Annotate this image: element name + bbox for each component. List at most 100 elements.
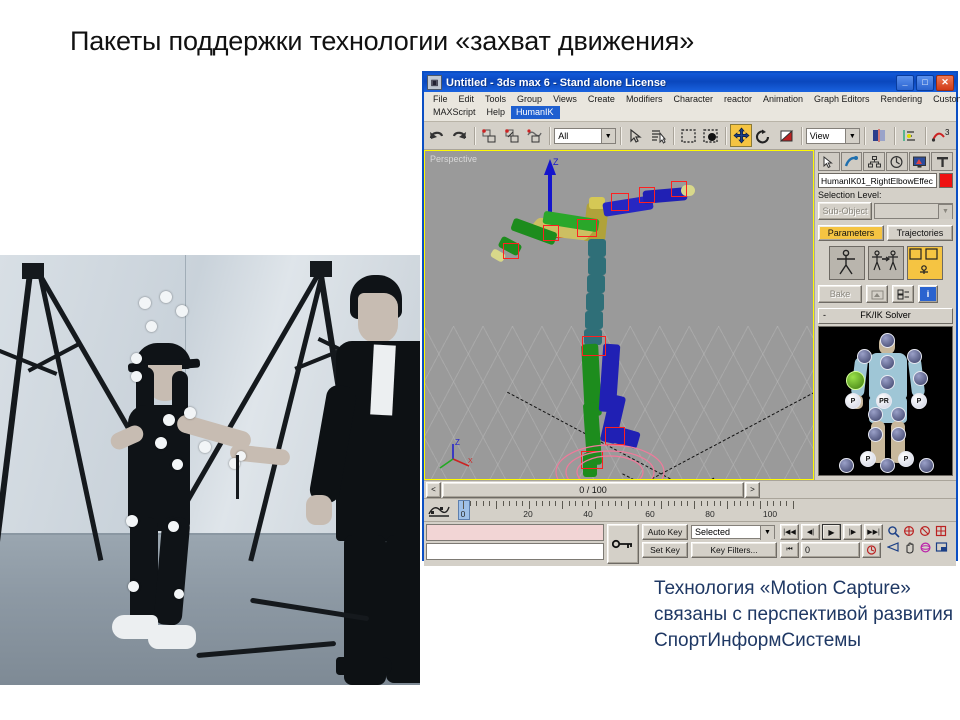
time-slider-bar[interactable]: < 0 / 100 >: [424, 480, 956, 498]
biped-figure-mode-icon[interactable]: [828, 246, 865, 280]
joint-left-foot-p[interactable]: P: [860, 451, 876, 467]
menu-item-graph-editors[interactable]: Graph Editors: [809, 93, 876, 106]
next-frame-icon[interactable]: |▶: [843, 524, 862, 540]
frame-field-row[interactable]: ⏮ 0: [780, 542, 883, 558]
coordinate-system-combo[interactable]: View ▼: [805, 127, 860, 144]
time-slider-field[interactable]: 0 / 100: [442, 481, 744, 498]
unlink-icon[interactable]: [501, 124, 523, 147]
key-list-icon[interactable]: [892, 285, 914, 303]
bake-row[interactable]: Bake i: [818, 285, 953, 303]
chevron-down-icon[interactable]: ▼: [844, 128, 859, 143]
previous-frame-icon[interactable]: ◀|: [801, 524, 820, 540]
joint-right-toe[interactable]: [919, 458, 934, 473]
min-max-toggle-icon[interactable]: [934, 540, 949, 555]
menu-item-reactor[interactable]: reactor: [719, 93, 758, 106]
menu-item-rendering[interactable]: Rendering: [876, 93, 929, 106]
align-icon[interactable]: [899, 124, 921, 147]
auto-key-button[interactable]: Auto Key: [642, 524, 688, 540]
viewport-nav-row[interactable]: [886, 540, 949, 555]
menu-item-views[interactable]: Views: [548, 93, 583, 106]
menu-item-help[interactable]: Help: [482, 106, 512, 119]
parameter-tab-row[interactable]: Parameters Trajectories: [818, 225, 953, 241]
zoom-extents-all-icon[interactable]: [934, 524, 949, 539]
joint-left-toe[interactable]: [839, 458, 854, 473]
menu-item-tools[interactable]: Tools: [480, 93, 512, 106]
goto-end-icon[interactable]: ▶▶|: [864, 524, 883, 540]
maximize-button[interactable]: □: [916, 74, 934, 91]
select-by-name-icon[interactable]: [647, 124, 669, 147]
viewport-nav-row[interactable]: [886, 524, 949, 539]
zoom-all-icon[interactable]: [902, 524, 917, 539]
close-button[interactable]: ✕: [936, 74, 954, 91]
biped-footstep-mode-icon[interactable]: [867, 246, 904, 280]
track-bar-ruler[interactable]: 0 20 40 60 80 100: [458, 499, 952, 521]
viewport-navigation-controls[interactable]: [886, 524, 949, 564]
joint-left-shoulder[interactable]: [857, 349, 872, 364]
bone-spine[interactable]: [588, 257, 606, 275]
bone-spine[interactable]: [587, 275, 605, 293]
selection-gizmo[interactable]: [577, 219, 597, 237]
set-key-button[interactable]: Set Key: [642, 542, 688, 558]
menu-item-character[interactable]: Character: [668, 93, 719, 106]
set-key-row[interactable]: Set Key Key Filters...: [642, 542, 777, 558]
menu-item-file[interactable]: File: [428, 93, 454, 106]
ik-target-ring[interactable]: [535, 435, 685, 479]
menu-item-animation[interactable]: Animation: [758, 93, 809, 106]
lock-selection-icon[interactable]: [607, 524, 639, 564]
selection-gizmo[interactable]: [543, 225, 559, 241]
window-crossing-icon[interactable]: [700, 124, 722, 147]
current-frame-field[interactable]: 0: [801, 542, 860, 558]
sub-object-row[interactable]: Sub-Object ▼: [818, 202, 953, 220]
undo-icon[interactable]: [426, 124, 448, 147]
redo-icon[interactable]: [448, 124, 470, 147]
command-panel[interactable]: Selection Level: Sub-Object ▼ Parameters…: [814, 150, 956, 480]
menu-item-modifiers[interactable]: Modifiers: [621, 93, 669, 106]
pan-icon[interactable]: [902, 540, 917, 555]
selection-gizmo[interactable]: [503, 243, 519, 259]
create-tab-icon[interactable]: [818, 152, 840, 171]
track-bar[interactable]: 0 20 40 60 80 100: [424, 498, 956, 521]
playback-row[interactable]: |◀◀ ◀| ▶ |▶ ▶▶|: [780, 524, 883, 540]
joint-right-hand-p[interactable]: P: [911, 393, 927, 409]
selection-filter-combo[interactable]: All ▼: [554, 127, 616, 144]
curve-editor-icon[interactable]: 3: [929, 124, 954, 147]
arc-rotate-icon[interactable]: [918, 540, 933, 555]
menu-item-group[interactable]: Group: [512, 93, 548, 106]
select-move-icon[interactable]: [730, 124, 752, 147]
menu-row-secondary[interactable]: MAXScript Help HumanIK: [428, 106, 954, 121]
key-mode-combo[interactable]: Selected ▼: [691, 524, 775, 540]
selection-gizmo[interactable]: [582, 336, 606, 356]
joint-left-elbow[interactable]: [846, 371, 865, 390]
parameters-tab[interactable]: Parameters: [818, 225, 884, 241]
collapse-icon[interactable]: -: [823, 309, 826, 322]
minimize-button[interactable]: _: [896, 74, 914, 91]
selection-gizmo[interactable]: [639, 187, 655, 203]
key-mode-toggle-icon[interactable]: ⏮: [780, 542, 799, 558]
command-panel-tabs[interactable]: [818, 152, 954, 171]
biped-mode-icons[interactable]: [818, 243, 953, 283]
select-scale-icon[interactable]: [775, 124, 797, 147]
window-controls[interactable]: _ □ ✕: [896, 74, 954, 91]
menu-item-create[interactable]: Create: [583, 93, 621, 106]
joint-right-foot-p[interactable]: P: [898, 451, 914, 467]
perspective-viewport[interactable]: Z Z X Perspective: [424, 150, 814, 480]
utilities-tab-icon[interactable]: [931, 152, 954, 171]
hierarchy-tab-icon[interactable]: [863, 152, 886, 171]
object-name-field[interactable]: [818, 173, 937, 188]
snapshot-icon[interactable]: [866, 285, 888, 303]
menu-item-edit[interactable]: Edit: [454, 93, 481, 106]
joint-left-knee[interactable]: [868, 427, 883, 442]
play-animation-icon[interactable]: ▶: [822, 524, 841, 540]
time-slider-prev-button[interactable]: <: [426, 481, 441, 498]
bone-spine[interactable]: [585, 311, 603, 329]
open-mini-curve-editor-icon[interactable]: [428, 503, 450, 521]
sub-object-combo[interactable]: ▼: [874, 203, 953, 219]
menu-item-customize[interactable]: Customize: [928, 93, 960, 106]
time-slider-next-button[interactable]: >: [745, 481, 760, 498]
sub-object-button[interactable]: Sub-Object: [818, 202, 872, 220]
joint-left-hip[interactable]: [868, 407, 883, 422]
menu-bar[interactable]: File Edit Tools Group Views Create Modif…: [424, 92, 960, 122]
time-configuration-icon[interactable]: [862, 542, 881, 558]
window-title-bar[interactable]: ▣ Untitled - 3ds max 6 - Stand alone Lic…: [424, 73, 956, 92]
goto-start-icon[interactable]: |◀◀: [780, 524, 799, 540]
